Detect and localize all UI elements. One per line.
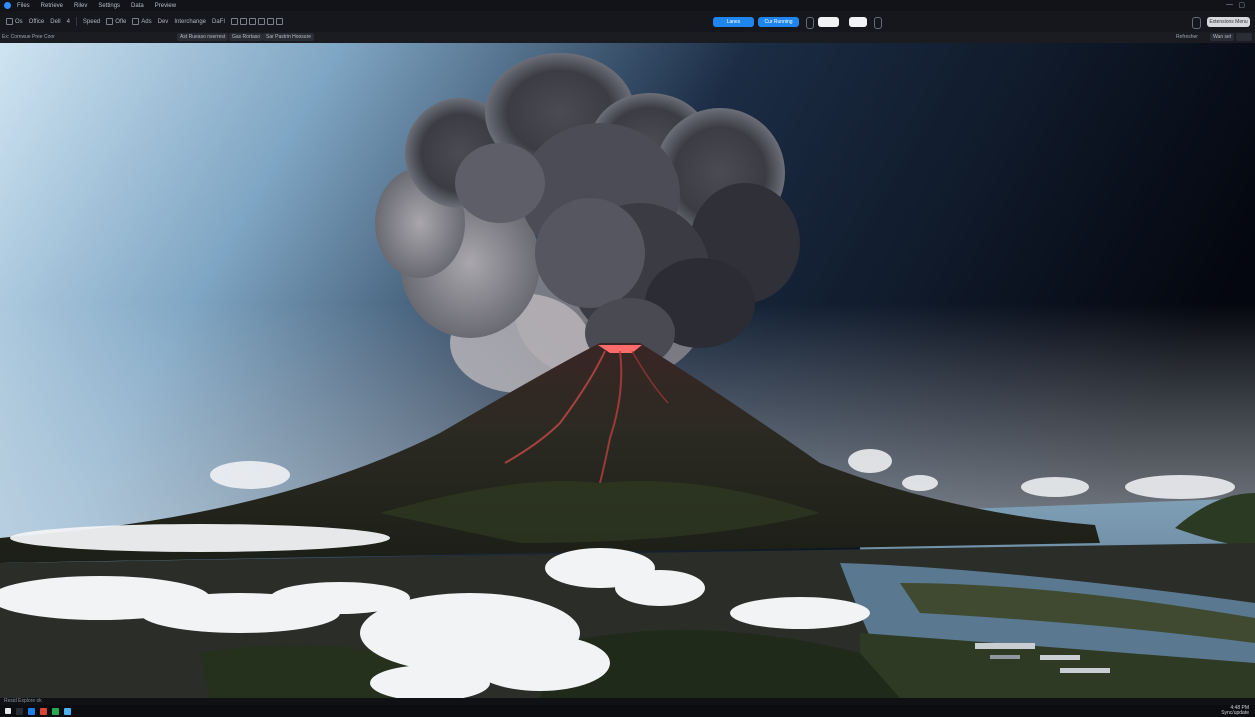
- toolbar-button-dev[interactable]: Dev: [158, 19, 169, 25]
- taskbar: 4:48 PM Sync/update: [0, 705, 1255, 717]
- running-button[interactable]: Cur Running: [758, 17, 799, 27]
- path-field[interactable]: Ex: Cornwue Pree Coor: [2, 34, 55, 40]
- toolbar-label: Interchange: [174, 18, 207, 25]
- search-icon[interactable]: [16, 707, 23, 715]
- option-box-1[interactable]: [818, 17, 839, 27]
- toolbar-button-office[interactable]: Office: [29, 19, 45, 25]
- maximize-icon[interactable]: ▢: [1238, 1, 1245, 9]
- start-icon[interactable]: [5, 708, 11, 714]
- os-icon: [6, 18, 13, 25]
- menu-files[interactable]: Files: [17, 3, 30, 9]
- refresh-label[interactable]: Refresher: [1176, 34, 1198, 40]
- system-clock[interactable]: 4:48 PM Sync/update: [1221, 706, 1249, 716]
- toolbar-divider: [75, 17, 77, 26]
- more-icon[interactable]: [1236, 33, 1252, 41]
- app-lightblue-icon[interactable]: [64, 707, 71, 715]
- menu-settings[interactable]: Settings: [98, 3, 120, 9]
- status-bar: Resid Explore ok: [0, 698, 1255, 705]
- chip-3[interactable]: Sar Pastrin Hoosure: [263, 33, 315, 41]
- toggle-checkbox[interactable]: [806, 17, 814, 29]
- toolbar-label: Dell: [50, 18, 61, 25]
- toolbar-button-4[interactable]: 4: [67, 19, 70, 25]
- lanes-button[interactable]: Lanes: [713, 17, 754, 27]
- grid-icon: [231, 18, 239, 25]
- toolbar-label: DaFI: [212, 18, 226, 25]
- app-green-icon[interactable]: [52, 707, 59, 715]
- toolbar-label: 4: [66, 18, 70, 25]
- toolbar-label: Os: [15, 18, 23, 25]
- app-red-icon[interactable]: [40, 707, 47, 715]
- option-box-2[interactable]: [849, 17, 867, 27]
- image-canvas[interactable]: [0, 43, 1255, 698]
- app-logo-icon[interactable]: [4, 2, 11, 9]
- toolbar-icon-group[interactable]: [231, 18, 284, 25]
- menu-preview[interactable]: Preview: [155, 3, 176, 9]
- toolbar-label: Office: [28, 18, 45, 25]
- chip-1[interactable]: Ast Rueaso nserrest: [177, 33, 229, 41]
- export-icon: [267, 18, 275, 25]
- crop-icon: [249, 18, 257, 25]
- toolbar-button-speed[interactable]: Speed: [83, 19, 100, 25]
- toolbar-button-ads[interactable]: Ads: [132, 18, 152, 25]
- toolbar: Os Office Dell 4 Speed Ofle Ads Dev Inte…: [0, 11, 1255, 33]
- status-text: Resid Explore ok: [4, 698, 42, 704]
- toolbar-button-os[interactable]: Os: [6, 18, 23, 25]
- toolbar-button-ofle[interactable]: Ofle: [106, 18, 126, 25]
- toolbar-label: Ads: [141, 18, 152, 25]
- panel-icon[interactable]: [1192, 17, 1201, 29]
- settings-icon: [276, 18, 284, 25]
- clock-date: Sync/update: [1221, 710, 1249, 716]
- extensions-button[interactable]: Extensions Menu: [1207, 17, 1250, 27]
- minimize-icon[interactable]: —: [1226, 1, 1233, 8]
- frame-icon: [258, 18, 266, 25]
- image-icon: [132, 18, 140, 25]
- app-blue-icon[interactable]: [28, 707, 35, 715]
- menu-rilev[interactable]: Rilev: [74, 3, 87, 9]
- right-chip[interactable]: Wan set: [1210, 33, 1235, 41]
- menu-retrieve[interactable]: Retrieve: [41, 3, 63, 9]
- layers-icon: [240, 18, 248, 25]
- chip-2[interactable]: Gas Rortaso: [229, 33, 264, 41]
- menu-data[interactable]: Data: [131, 3, 144, 9]
- toolbar-label: Dev: [157, 18, 169, 25]
- option-checkbox[interactable]: [874, 17, 882, 29]
- toolbar-button-interchange[interactable]: Interchange: [174, 19, 206, 25]
- toolbar-button-dafi[interactable]: DaFI: [212, 19, 225, 25]
- volcano-image: [0, 43, 1255, 698]
- toolbar-label: Speed: [82, 18, 101, 25]
- toolbar-button-dell[interactable]: Dell: [50, 19, 60, 25]
- file-icon: [106, 18, 114, 25]
- menu-bar: Files Retrieve Rilev Settings Data Previ…: [0, 0, 1255, 11]
- toolbar-label: Ofle: [115, 18, 127, 25]
